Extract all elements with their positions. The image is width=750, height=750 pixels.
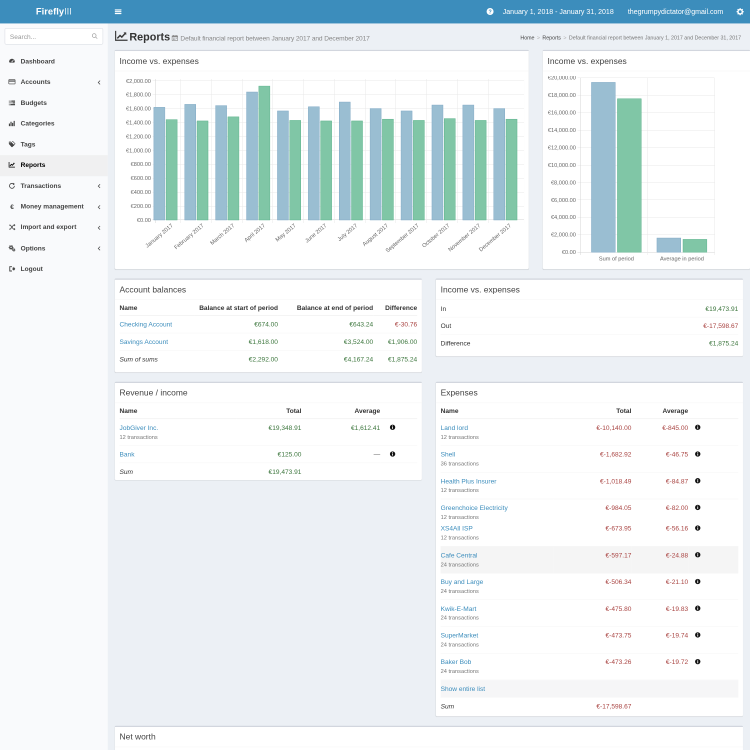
svg-text:€0.00: €0.00 <box>562 250 576 256</box>
svg-text:€200.00: €200.00 <box>131 204 151 210</box>
svg-text:€600.00: €600.00 <box>131 176 151 182</box>
svg-text:€: € <box>10 204 14 210</box>
svg-text:€400.00: €400.00 <box>131 190 151 196</box>
svg-text:€16,000.00: €16,000.00 <box>548 111 576 117</box>
svg-text:?: ? <box>488 9 491 15</box>
svg-text:€1,000.00: €1,000.00 <box>126 148 151 154</box>
svg-text:November 2017: November 2017 <box>448 223 482 253</box>
svg-text:€2,000.00: €2,000.00 <box>126 79 151 85</box>
svg-text:€2,000.00: €2,000.00 <box>551 233 576 239</box>
svg-text:Average in period: Average in period <box>660 257 704 263</box>
svg-text:€0.00: €0.00 <box>137 218 151 224</box>
svg-text:December 2017: December 2017 <box>478 223 512 253</box>
svg-text:July 2017: July 2017 <box>337 223 359 243</box>
svg-text:January 2017: January 2017 <box>145 223 175 249</box>
svg-text:June 2017: June 2017 <box>304 223 328 244</box>
svg-text:€8,000.00: €8,000.00 <box>551 180 576 186</box>
svg-text:€14,000.00: €14,000.00 <box>548 128 576 134</box>
svg-text:May 2017: May 2017 <box>275 223 298 243</box>
svg-text:February 2017: February 2017 <box>174 223 206 251</box>
svg-text:€1,200.00: €1,200.00 <box>126 134 151 140</box>
svg-text:August 2017: August 2017 <box>362 223 390 248</box>
svg-text:€800.00: €800.00 <box>131 162 151 168</box>
svg-text:€20,000.00: €20,000.00 <box>548 76 576 82</box>
svg-text:€6,000.00: €6,000.00 <box>551 198 576 204</box>
svg-text:October 2017: October 2017 <box>421 223 451 249</box>
svg-text:€10,000.00: €10,000.00 <box>548 163 576 169</box>
svg-text:€4,000.00: €4,000.00 <box>551 215 576 221</box>
svg-text:€1,800.00: €1,800.00 <box>126 93 151 99</box>
svg-text:€18,000.00: €18,000.00 <box>548 93 576 99</box>
svg-text:€1,400.00: €1,400.00 <box>126 121 151 127</box>
svg-text:March 2017: March 2017 <box>210 223 237 247</box>
svg-text:April 2017: April 2017 <box>244 223 267 244</box>
svg-text:Sum of period: Sum of period <box>599 257 634 263</box>
svg-text:€12,000.00: €12,000.00 <box>548 145 576 151</box>
svg-text:September 2017: September 2017 <box>385 223 421 254</box>
svg-text:€1,600.00: €1,600.00 <box>126 107 151 113</box>
